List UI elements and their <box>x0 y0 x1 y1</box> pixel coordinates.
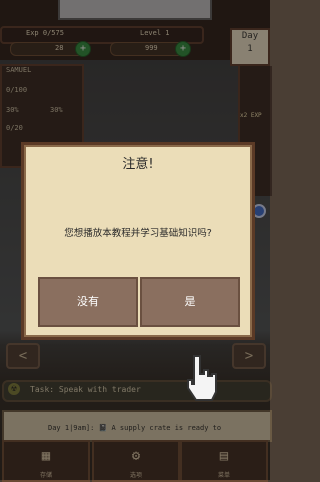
pointer-hand-icon <box>187 355 217 401</box>
tutorial-dialog: 注意! 您想播放本教程并学习基础知识吗? 没有 是 <box>21 142 255 340</box>
no-button[interactable]: 没有 <box>38 277 138 327</box>
yes-button[interactable]: 是 <box>140 277 240 327</box>
dialog-title: 注意! <box>122 157 154 172</box>
dialog-message: 您想播放本教程并学习基础知识吗? <box>64 228 212 239</box>
